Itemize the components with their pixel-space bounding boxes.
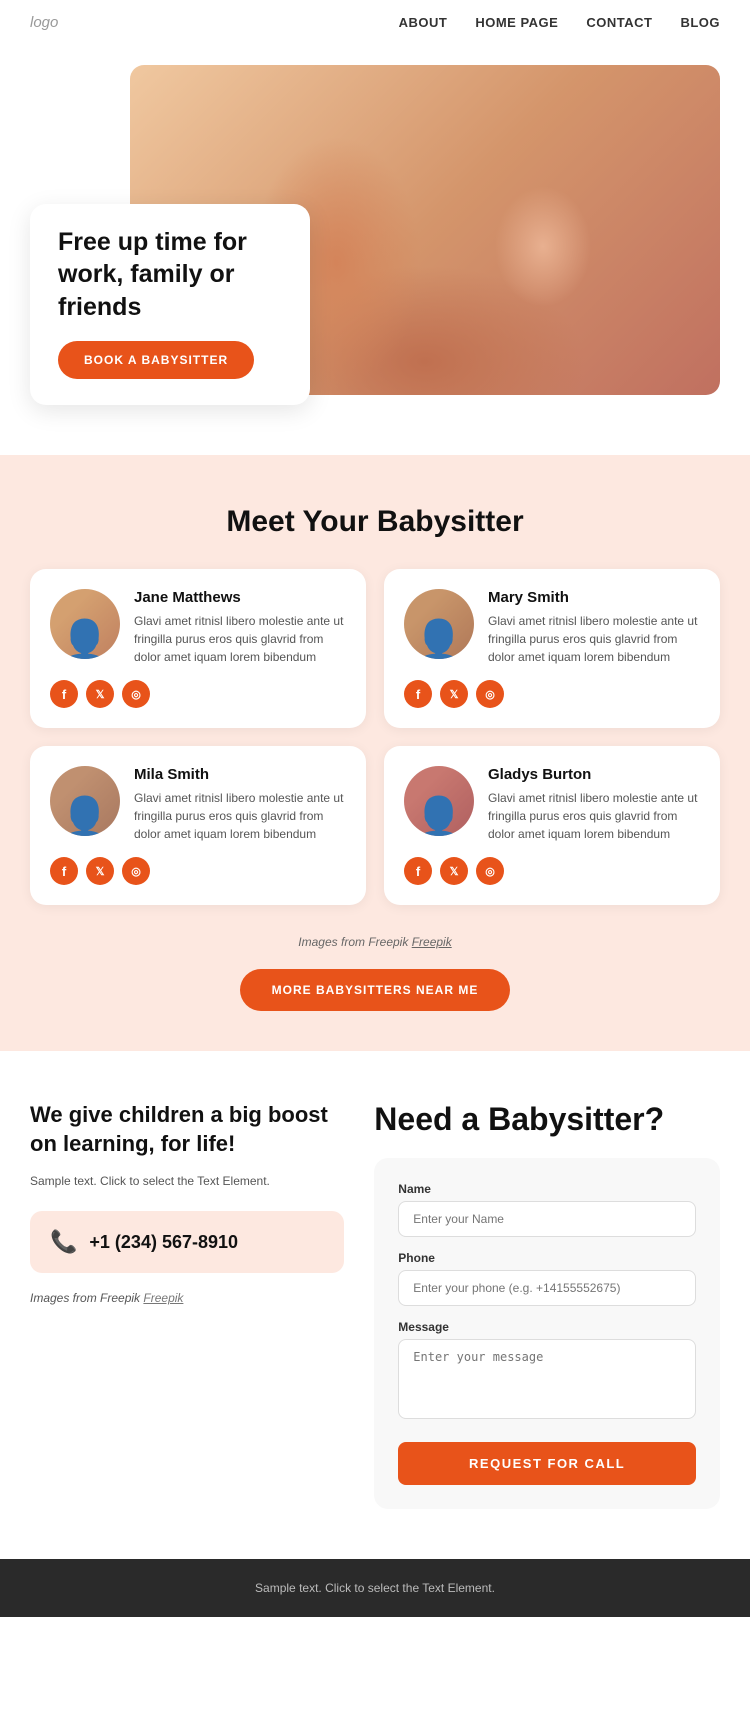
card-top-4: Gladys Burton Glavi amet ritnisl libero … <box>404 766 700 843</box>
facebook-icon-3[interactable]: f <box>50 857 78 885</box>
phone-input[interactable] <box>398 1270 696 1306</box>
phone-icon: 📞 <box>50 1229 77 1255</box>
freepik-link-2[interactable]: Freepik <box>143 1291 183 1305</box>
instagram-icon-3[interactable]: ◎ <box>122 857 150 885</box>
nav-links: ABOUT HOME PAGE CONTACT BLOG <box>399 15 720 30</box>
book-babysitter-button[interactable]: BOOK A BABYSITTER <box>58 341 254 379</box>
card-top-3: Mila Smith Glavi amet ritnisl libero mol… <box>50 766 346 843</box>
message-label: Message <box>398 1320 696 1334</box>
avatar-1 <box>50 589 120 659</box>
request-call-button[interactable]: REQUEST FOR CALL <box>398 1442 696 1485</box>
sitter-desc-2: Glavi amet ritnisl libero molestie ante … <box>488 612 700 666</box>
facebook-icon-1[interactable]: f <box>50 680 78 708</box>
avatar-3 <box>50 766 120 836</box>
card-info-2: Mary Smith Glavi amet ritnisl libero mol… <box>488 589 700 666</box>
contact-form: Name Phone Message REQUEST FOR CALL <box>374 1158 720 1509</box>
social-icons-2: f 𝕏 ◎ <box>404 680 700 708</box>
name-label: Name <box>398 1182 696 1196</box>
card-info-1: Jane Matthews Glavi amet ritnisl libero … <box>134 589 346 666</box>
facebook-icon-2[interactable]: f <box>404 680 432 708</box>
sitter-cards-grid: Jane Matthews Glavi amet ritnisl libero … <box>30 569 720 905</box>
contact-right-heading: Need a Babysitter? <box>374 1101 720 1138</box>
contact-right: Need a Babysitter? Name Phone Message RE… <box>374 1101 720 1509</box>
avatar-4 <box>404 766 474 836</box>
sitter-desc-1: Glavi amet ritnisl libero molestie ante … <box>134 612 346 666</box>
x-icon-3[interactable]: 𝕏 <box>86 857 114 885</box>
name-input[interactable] <box>398 1201 696 1237</box>
message-field-group: Message <box>398 1320 696 1424</box>
contact-left-body: Sample text. Click to select the Text El… <box>30 1172 344 1191</box>
hero-inner: Free up time for work, family or friends… <box>30 65 720 395</box>
more-babysitters-button[interactable]: MORE BABYSITTERS NEAR ME <box>240 969 511 1011</box>
footer-text: Sample text. Click to select the Text El… <box>30 1581 720 1595</box>
sitter-card-1: Jane Matthews Glavi amet ritnisl libero … <box>30 569 366 728</box>
x-icon-1[interactable]: 𝕏 <box>86 680 114 708</box>
navbar: logo ABOUT HOME PAGE CONTACT BLOG <box>0 0 750 45</box>
babysitters-freepik-note: Images from Freepik Freepik <box>30 935 720 949</box>
avatar-2 <box>404 589 474 659</box>
instagram-icon-4[interactable]: ◎ <box>476 857 504 885</box>
sitter-name-1: Jane Matthews <box>134 589 346 606</box>
card-info-4: Gladys Burton Glavi amet ritnisl libero … <box>488 766 700 843</box>
contact-section: We give children a big boost on learning… <box>0 1051 750 1559</box>
card-top-2: Mary Smith Glavi amet ritnisl libero mol… <box>404 589 700 666</box>
instagram-icon-2[interactable]: ◎ <box>476 680 504 708</box>
social-icons-1: f 𝕏 ◎ <box>50 680 346 708</box>
card-info-3: Mila Smith Glavi amet ritnisl libero mol… <box>134 766 346 843</box>
phone-field-group: Phone <box>398 1251 696 1306</box>
nav-about[interactable]: ABOUT <box>399 15 448 30</box>
contact-left-heading: We give children a big boost on learning… <box>30 1101 344 1158</box>
sitter-card-4: Gladys Burton Glavi amet ritnisl libero … <box>384 746 720 905</box>
logo: logo <box>30 14 58 31</box>
babysitters-section: Meet Your Babysitter Jane Matthews Glavi… <box>0 455 750 1051</box>
sitter-name-2: Mary Smith <box>488 589 700 606</box>
nav-homepage[interactable]: HOME PAGE <box>475 15 558 30</box>
footer: Sample text. Click to select the Text El… <box>0 1559 750 1617</box>
contact-left: We give children a big boost on learning… <box>30 1101 344 1329</box>
name-field-group: Name <box>398 1182 696 1237</box>
phone-box: 📞 +1 (234) 567-8910 <box>30 1211 344 1273</box>
sitter-card-2: Mary Smith Glavi amet ritnisl libero mol… <box>384 569 720 728</box>
hero-text-card: Free up time for work, family or friends… <box>30 204 310 406</box>
message-textarea[interactable] <box>398 1339 696 1419</box>
card-top-1: Jane Matthews Glavi amet ritnisl libero … <box>50 589 346 666</box>
social-icons-4: f 𝕏 ◎ <box>404 857 700 885</box>
hero-heading: Free up time for work, family or friends <box>58 226 282 324</box>
sitter-name-4: Gladys Burton <box>488 766 700 783</box>
sitter-desc-4: Glavi amet ritnisl libero molestie ante … <box>488 789 700 843</box>
nav-blog[interactable]: BLOG <box>680 15 720 30</box>
instagram-icon-1[interactable]: ◎ <box>122 680 150 708</box>
x-icon-2[interactable]: 𝕏 <box>440 680 468 708</box>
hero-section: Free up time for work, family or friends… <box>0 45 750 455</box>
sitter-card-3: Mila Smith Glavi amet ritnisl libero mol… <box>30 746 366 905</box>
social-icons-3: f 𝕏 ◎ <box>50 857 346 885</box>
sitter-desc-3: Glavi amet ritnisl libero molestie ante … <box>134 789 346 843</box>
babysitters-title: Meet Your Babysitter <box>30 505 720 539</box>
contact-freepik-note: Images from Freepik Freepik <box>30 1289 344 1308</box>
sitter-name-3: Mila Smith <box>134 766 346 783</box>
phone-label: Phone <box>398 1251 696 1265</box>
nav-contact[interactable]: CONTACT <box>586 15 652 30</box>
facebook-icon-4[interactable]: f <box>404 857 432 885</box>
freepik-link-1[interactable]: Freepik <box>412 935 452 949</box>
phone-number: +1 (234) 567-8910 <box>89 1232 238 1253</box>
x-icon-4[interactable]: 𝕏 <box>440 857 468 885</box>
more-btn-wrap: MORE BABYSITTERS NEAR ME <box>30 969 720 1011</box>
